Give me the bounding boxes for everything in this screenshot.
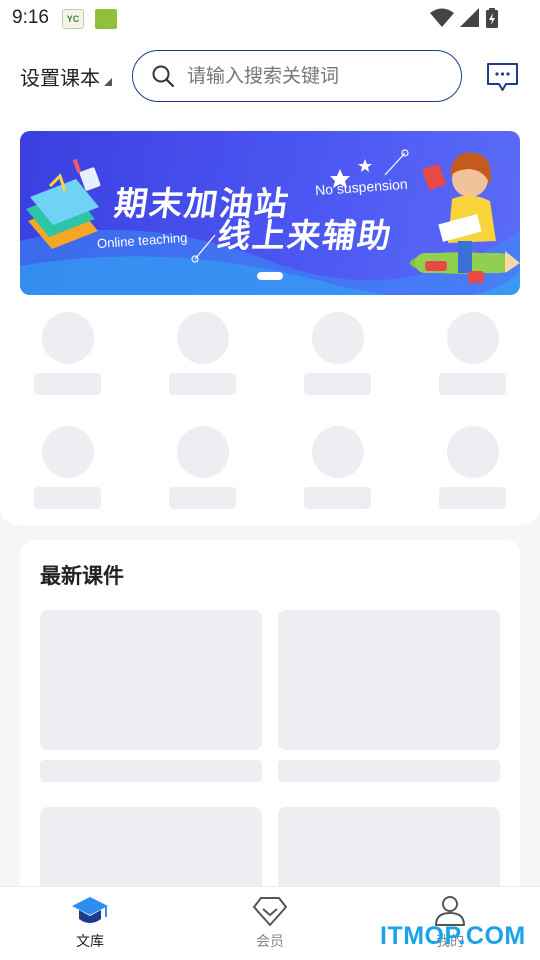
graduation-cap-icon (72, 897, 108, 923)
status-time: 9:16 (12, 7, 49, 28)
category-icon-placeholder (42, 312, 94, 364)
latest-courses-section: 最新课件 (20, 540, 520, 947)
course-thumbnail-placeholder (40, 610, 262, 750)
status-icons (430, 8, 498, 28)
course-item-skeleton[interactable] (278, 610, 500, 782)
category-item-skeleton[interactable] (34, 426, 104, 516)
notification-app-text: YC (66, 14, 80, 24)
category-label-placeholder (304, 487, 371, 509)
category-item-skeleton[interactable] (169, 312, 239, 402)
notification-app-icon-2 (95, 9, 117, 29)
category-label-placeholder (34, 373, 101, 395)
search-input[interactable] (187, 65, 447, 87)
category-icon-placeholder (312, 426, 364, 478)
category-item-skeleton[interactable] (34, 312, 104, 402)
battery-charging-icon (486, 8, 498, 28)
category-label-placeholder (439, 487, 506, 509)
category-item-skeleton[interactable] (304, 312, 374, 402)
category-icon-placeholder (312, 312, 364, 364)
course-item-skeleton[interactable] (40, 610, 262, 782)
category-icon-placeholder (447, 426, 499, 478)
banner-pager-indicator (257, 272, 283, 280)
wifi-icon (430, 8, 454, 27)
category-icon-placeholder (177, 426, 229, 478)
nav-item-membership[interactable]: 会员 (225, 895, 315, 951)
nav-label-membership: 会员 (256, 934, 284, 950)
chat-bubble-icon[interactable] (486, 62, 519, 92)
notification-app-icon: YC (62, 9, 84, 29)
category-icon-placeholder (447, 312, 499, 364)
course-title-placeholder (40, 760, 262, 782)
status-bar: 9:16 YC (0, 0, 540, 36)
category-item-skeleton[interactable] (439, 312, 509, 402)
top-section: 设置课本 请输入搜索关键词 No suspension 期末加油站 线上来辅助 … (0, 36, 540, 525)
student-illustration (410, 152, 520, 283)
textbook-selector-label: 设置课本 (20, 66, 100, 90)
course-thumbnail-placeholder (278, 610, 500, 750)
nav-item-library[interactable]: 文库 (45, 895, 135, 951)
diamond-icon (253, 897, 287, 926)
category-label-placeholder (304, 373, 371, 395)
search-bar[interactable] (132, 50, 462, 102)
category-icon-placeholder (42, 426, 94, 478)
category-label-placeholder (169, 373, 236, 395)
category-label-placeholder (169, 487, 236, 509)
category-item-skeleton[interactable] (304, 426, 374, 516)
watermark: ITMOP.COM (380, 922, 526, 950)
nav-label-library: 文库 (76, 934, 104, 950)
category-label-placeholder (34, 487, 101, 509)
category-item-skeleton[interactable] (439, 426, 509, 516)
category-icon-placeholder (177, 312, 229, 364)
promo-banner[interactable]: No suspension 期末加油站 线上来辅助 Online teachin… (20, 131, 520, 295)
caret-down-icon (104, 77, 112, 86)
section-title: 最新课件 (40, 564, 124, 588)
search-icon (152, 65, 175, 88)
category-label-placeholder (439, 373, 506, 395)
course-title-placeholder (278, 760, 500, 782)
signal-icon (460, 8, 479, 27)
banner-title-line-2: 线上来辅助 (214, 216, 396, 255)
category-item-skeleton[interactable] (169, 426, 239, 516)
textbook-selector[interactable]: 设置课本 (20, 62, 112, 91)
